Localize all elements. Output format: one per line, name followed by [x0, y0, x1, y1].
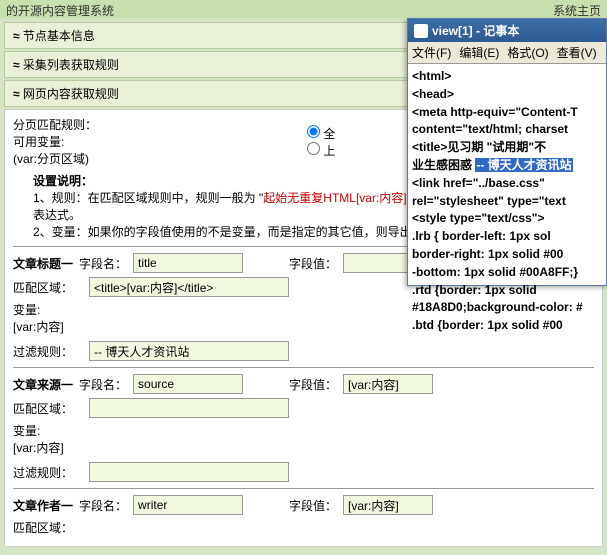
var-label-2: 变量:	[13, 424, 40, 438]
menu-file[interactable]: 文件(F)	[412, 44, 451, 61]
paging-var-label: 可用变量:	[13, 133, 97, 150]
paging-var-text: (var:分页区域)	[13, 150, 97, 167]
field-name-label-3: 字段名：	[79, 497, 127, 514]
system-title: 的开源内容管理系统	[6, 2, 114, 16]
menu-view[interactable]: 查看(V)	[557, 44, 597, 61]
var-content-2: [var:内容]	[13, 439, 594, 456]
field-value-label-3: 字段值：	[289, 497, 337, 514]
notepad-text-post: <link href="../base.css" rel="stylesheet…	[412, 176, 583, 332]
system-home-link[interactable]: 系统主页	[553, 2, 601, 16]
filter-rule-label-2: 过滤规则：	[13, 464, 83, 481]
match-zone-label: 匹配区域：	[13, 279, 83, 296]
menu-format[interactable]: 格式(O)	[507, 44, 548, 61]
paging-radio-all-label: 全	[323, 127, 335, 141]
source-field-name-input[interactable]	[133, 374, 243, 394]
field-name-label-2: 字段名：	[79, 376, 127, 393]
notepad-title-text: view[1] - 记事本	[432, 22, 519, 39]
source-filter-input[interactable]	[89, 462, 289, 482]
notepad-titlebar[interactable]: view[1] - 记事本	[408, 19, 606, 42]
paging-rule-label: 分页匹配规则：	[13, 116, 97, 133]
paging-radio-up-label: 上	[323, 144, 335, 158]
author-field-name-input[interactable]	[133, 495, 243, 515]
source-field-value-input[interactable]	[343, 374, 433, 394]
field-value-label-2: 字段值：	[289, 376, 337, 393]
field-name-label: 字段名：	[79, 255, 127, 272]
var-label: 变量:	[13, 303, 40, 317]
article-author-section: 文章作者一	[13, 497, 73, 514]
article-title-section: 文章标题一	[13, 255, 73, 272]
title-field-name-input[interactable]	[133, 253, 243, 273]
title-filter-input[interactable]	[89, 341, 289, 361]
notepad-selection: -- 博天人才资讯站	[475, 158, 572, 172]
notepad-icon	[414, 24, 428, 38]
notepad-body[interactable]: <html> <head> <meta http-equiv="Content-…	[408, 64, 606, 339]
source-match-zone-input[interactable]	[89, 398, 289, 418]
title-match-zone-input[interactable]	[89, 277, 289, 297]
match-zone-label-2: 匹配区域：	[13, 400, 83, 417]
notepad-menubar: 文件(F) 编辑(E) 格式(O) 查看(V)	[408, 42, 606, 64]
paging-radio-up[interactable]	[307, 142, 320, 155]
filter-rule-label: 过滤规则：	[13, 343, 83, 360]
article-source-section: 文章来源一	[13, 376, 73, 393]
author-field-value-input[interactable]	[343, 495, 433, 515]
menu-edit[interactable]: 编辑(E)	[459, 44, 499, 61]
notepad-window[interactable]: view[1] - 记事本 文件(F) 编辑(E) 格式(O) 查看(V) <h…	[407, 18, 607, 286]
field-value-label: 字段值：	[289, 255, 337, 272]
match-zone-label-3: 匹配区域：	[13, 519, 83, 536]
paging-radio-all[interactable]	[307, 125, 320, 138]
notepad-text-pre: <html> <head> <meta http-equiv="Content-…	[412, 69, 578, 172]
